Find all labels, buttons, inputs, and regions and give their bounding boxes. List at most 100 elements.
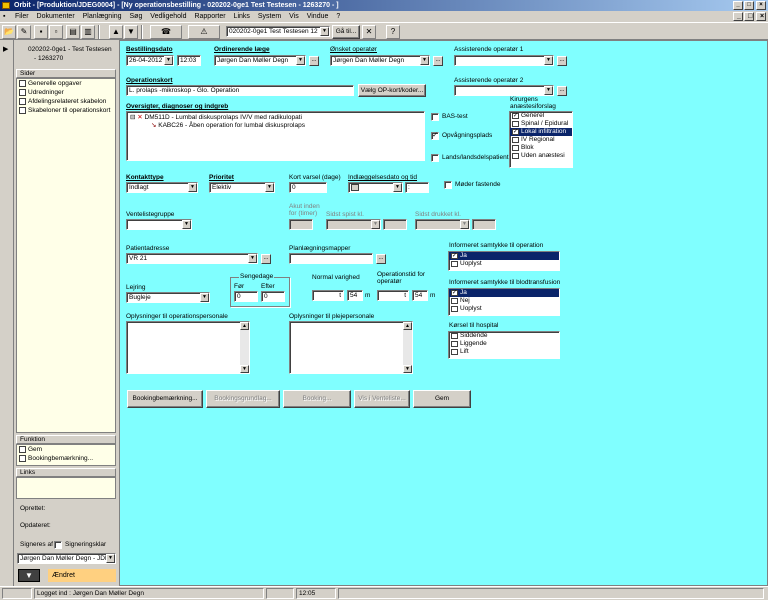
consent-blood-no[interactable]: Nej xyxy=(449,297,559,305)
patient-lookup-icon[interactable]: ☎ xyxy=(150,25,182,39)
goto-button[interactable]: Gå til... xyxy=(332,25,360,39)
checkbox-checked[interactable]: ✓ xyxy=(512,129,519,135)
menu-vedligehold[interactable]: Vedligehold xyxy=(147,11,189,22)
chevron-down-icon[interactable]: ▼ xyxy=(200,293,209,302)
save-button[interactable]: Gem xyxy=(413,390,471,408)
menu-links[interactable]: Links xyxy=(231,11,253,22)
consent-op-list[interactable]: ✓ Ja Uoplyst xyxy=(448,251,560,271)
contact-type-combo[interactable]: Indlagt ▼ xyxy=(126,182,198,193)
function-booking-note[interactable]: Bookingbemærkning... xyxy=(17,454,115,463)
normal-duration-hours[interactable]: t xyxy=(312,290,344,301)
chevron-down-icon[interactable]: ▼ xyxy=(320,27,329,36)
maximize-button[interactable]: □ xyxy=(744,1,754,10)
tree-node-diagnosis[interactable]: ⊟ ✕ DM511D - Lumbal diskusprolaps IV/V m… xyxy=(130,114,302,122)
scroll-down-icon[interactable]: ▼ xyxy=(240,365,249,373)
chevron-down-icon[interactable]: ▼ xyxy=(106,554,115,563)
consent-op-unknown[interactable]: Uoplyst xyxy=(449,260,559,268)
consent-blood-yes[interactable]: ✓ Ja xyxy=(449,289,559,297)
anesthesia-none[interactable]: Uden anæstesi xyxy=(510,152,572,160)
info-op-staff-memo[interactable]: ▲ ▼ xyxy=(126,321,250,374)
signer-combo[interactable]: Jørgen Dan Møller Degn - JDI ▼ xyxy=(17,553,116,564)
operator-lookup-button[interactable]: ... xyxy=(433,56,443,66)
patient-combo[interactable]: 020202-0ge1 Test Testesen 12 ▼ xyxy=(226,26,330,37)
print-preview-icon[interactable]: ▥ xyxy=(81,25,95,39)
menu-vis[interactable]: Vis xyxy=(286,11,302,22)
diagnosis-tree[interactable]: ⊟ ✕ DM511D - Lumbal diskusprolaps IV/V m… xyxy=(126,111,425,161)
menu-planlaegning[interactable]: Planlægning xyxy=(80,11,125,22)
child-restore-button[interactable]: □ xyxy=(744,12,754,21)
order-time-field[interactable]: 12:03 xyxy=(177,55,201,66)
chevron-down-icon[interactable]: ▼ xyxy=(393,183,402,192)
warning-icon[interactable]: ⚠ xyxy=(188,25,220,39)
transport-list[interactable]: Siddende Liggende Lift xyxy=(448,331,560,359)
anesthesia-local[interactable]: ✓ Lokal infiltration xyxy=(510,128,572,136)
minimize-button[interactable]: _ xyxy=(733,1,743,10)
child-close-button[interactable]: × xyxy=(756,12,766,21)
transport-lift[interactable]: Lift xyxy=(449,348,559,356)
checkbox-checked[interactable]: ✓ xyxy=(451,253,458,259)
chevron-down-icon[interactable]: ▼ xyxy=(188,183,197,192)
select-opcard-button[interactable]: Vælg OP-kort/koder... xyxy=(358,84,426,97)
wake-place-checkbox[interactable]: ✓ xyxy=(431,132,439,140)
checkbox[interactable] xyxy=(451,349,458,355)
anesthesia-general[interactable]: ✓ Generel xyxy=(510,112,572,120)
short-notice-field[interactable]: 0 xyxy=(289,182,327,193)
chevron-down-icon[interactable]: ▼ xyxy=(265,183,274,192)
tree-collapse-icon[interactable]: ⊟ xyxy=(130,114,135,121)
edit-icon[interactable]: ✎ xyxy=(17,25,31,39)
op-time-hours[interactable]: t xyxy=(377,290,409,301)
chevron-down-icon[interactable]: ▼ xyxy=(248,254,257,263)
menu-system[interactable]: System xyxy=(255,11,284,22)
menu-vindue[interactable]: Vindue xyxy=(304,11,332,22)
consent-op-yes[interactable]: ✓ Ja xyxy=(449,252,559,260)
checkbox-checked[interactable]: ✓ xyxy=(512,113,519,119)
booking-note-button[interactable]: Bookingbemærkning... xyxy=(127,390,203,408)
scroll-up-icon[interactable]: ▲ xyxy=(403,322,412,330)
anesthesia-iv-regional[interactable]: IV Regional xyxy=(510,136,572,144)
arrow-right-icon[interactable]: ▶ xyxy=(3,45,8,53)
booking-basis-button[interactable]: Bookingsgrundlag... xyxy=(206,390,280,408)
save-disk-icon[interactable]: ▪ xyxy=(34,25,48,39)
page-generelle-opgaver[interactable]: Generelle opgaver xyxy=(17,79,115,88)
transport-sitting[interactable]: Siddende xyxy=(449,332,559,340)
opcard-field[interactable]: L. prolaps -mikroskop - Glo. Operation xyxy=(126,85,354,96)
arrow-down-icon[interactable]: ▼ xyxy=(124,25,138,39)
date-checkbox[interactable] xyxy=(351,184,359,191)
child-minimize-button[interactable]: _ xyxy=(733,12,743,21)
checkbox[interactable] xyxy=(451,341,458,347)
scroll-down-icon[interactable]: ▼ xyxy=(403,365,412,373)
chevron-down-icon[interactable]: ▼ xyxy=(164,56,173,65)
menu-filer[interactable]: Filer xyxy=(12,11,32,22)
planning-folders-field[interactable] xyxy=(289,253,373,264)
checkbox[interactable] xyxy=(451,261,458,267)
booking-button[interactable]: Booking... xyxy=(283,390,351,408)
region-patient-checkbox[interactable] xyxy=(431,154,439,162)
asst2-lookup-button[interactable]: ... xyxy=(557,86,567,96)
tree-node-procedure[interactable]: ↘ KABC26 - Åben operation for lumbal dis… xyxy=(151,122,305,130)
doctor-lookup-button[interactable]: ... xyxy=(309,56,319,66)
asst1-lookup-button[interactable]: ... xyxy=(557,56,567,66)
checkbox[interactable] xyxy=(451,333,458,339)
operator-combo[interactable]: Jørgen Dan Møller Degn ▼ xyxy=(330,55,430,66)
menu-soeg[interactable]: Søg xyxy=(127,11,146,22)
normal-duration-minutes[interactable]: 54 xyxy=(347,290,363,301)
chevron-down-icon[interactable]: ▼ xyxy=(182,220,191,229)
menu-dokumenter[interactable]: Dokumenter xyxy=(34,11,78,22)
position-combo[interactable]: Bugleje ▼ xyxy=(126,292,210,303)
close-button[interactable]: × xyxy=(756,1,766,10)
checkbox[interactable] xyxy=(512,137,519,143)
patient-address-combo[interactable]: VR 21 ▼ xyxy=(126,253,258,264)
planning-lookup-button[interactable]: ... xyxy=(376,254,386,264)
priority-combo[interactable]: Elektiv ▼ xyxy=(209,182,275,193)
address-lookup-button[interactable]: ... xyxy=(261,254,271,264)
checkbox-checked[interactable]: ✓ xyxy=(451,290,458,296)
admission-time-field[interactable]: : xyxy=(405,182,429,193)
vertical-scrollbar[interactable]: ▲ ▼ xyxy=(240,322,249,373)
checkbox[interactable] xyxy=(512,121,519,127)
show-in-waitlist-button[interactable]: Vis i Venteliste... xyxy=(354,390,410,408)
checkbox[interactable] xyxy=(512,153,519,159)
anesthesia-spinal[interactable]: Spinal / Epidural xyxy=(510,120,572,128)
page-afdelingsrelateret[interactable]: Afdelingsrelateret skabelon xyxy=(17,97,115,106)
help-icon[interactable]: ? xyxy=(386,25,400,39)
arrow-up-icon[interactable]: ▲ xyxy=(109,25,123,39)
